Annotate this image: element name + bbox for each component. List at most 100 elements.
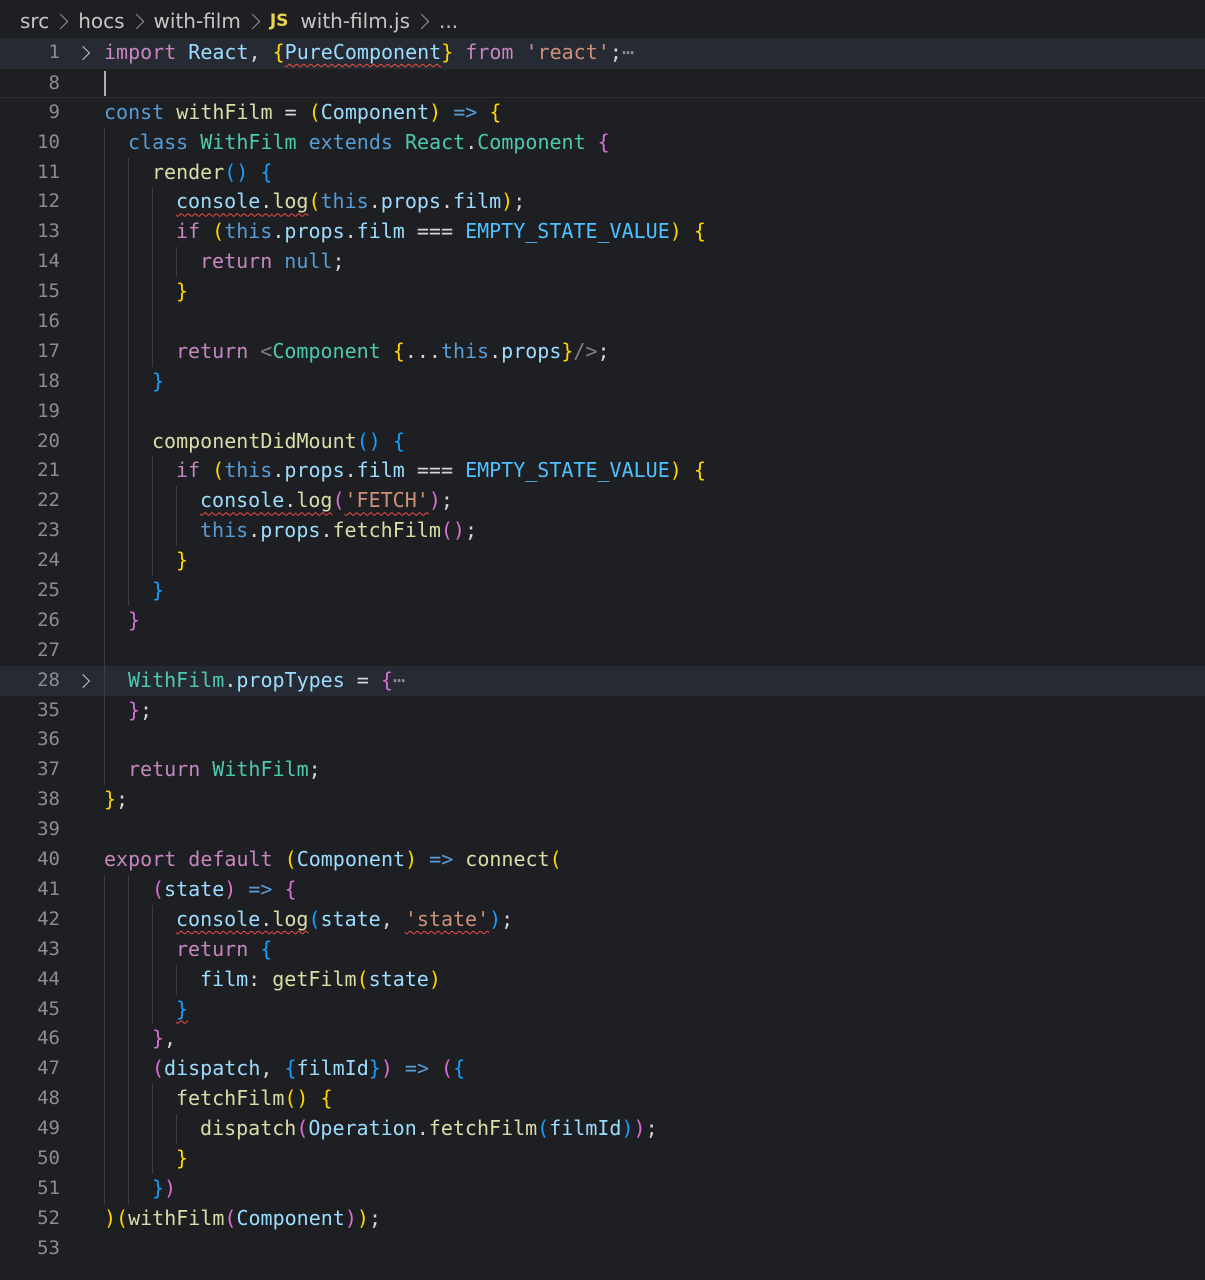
line-number: 25 xyxy=(37,579,60,602)
code-line[interactable]: 14 return null; xyxy=(0,247,1205,278)
code-line[interactable]: 15} xyxy=(0,277,1205,308)
code-token: ; xyxy=(645,1116,658,1141)
code-line[interactable]: 53 xyxy=(0,1234,1205,1264)
line-number: 8 xyxy=(48,71,60,94)
code-token: WithFilm xyxy=(200,129,297,154)
code-line[interactable]: 50} xyxy=(0,1143,1205,1174)
code-line[interactable]: 11 render() { xyxy=(0,157,1205,188)
code-line[interactable]: 28 WithFilm.propTypes = {⋯ xyxy=(0,665,1205,696)
code-line[interactable]: 44 film: getFilm(state) xyxy=(0,964,1205,995)
breadcrumb-item-file[interactable]: with-film.js xyxy=(300,9,410,33)
indent-guide xyxy=(104,366,105,397)
code-token: { xyxy=(693,219,706,244)
code-token: ... xyxy=(404,338,441,363)
code-line[interactable]: 21 if (this.props.film === EMPTY_STATE_VA… xyxy=(0,456,1205,487)
code-line[interactable]: 39 xyxy=(0,815,1205,845)
indent-guide xyxy=(152,994,153,1025)
code-token: ) xyxy=(356,1205,369,1230)
code-line[interactable]: 47 (dispatch, {filmId}) => ({ xyxy=(0,1054,1205,1085)
breadcrumb-item-src[interactable]: src xyxy=(20,9,49,33)
code-line[interactable]: 36 xyxy=(0,725,1205,756)
indent-guide xyxy=(104,665,105,696)
code-line[interactable]: 51}) xyxy=(0,1173,1205,1204)
indent-guide xyxy=(176,964,177,995)
indent-guide xyxy=(128,994,129,1025)
code-line[interactable]: 37 return WithFilm; xyxy=(0,755,1205,786)
code-token: state xyxy=(164,876,225,901)
code-token: if xyxy=(176,219,201,244)
code-token: console xyxy=(176,906,261,931)
line-number: 49 xyxy=(37,1117,60,1140)
breadcrumb: src hocs with-film JS with-film.js ... xyxy=(20,6,458,36)
code-token: ( xyxy=(212,219,225,244)
code-line[interactable]: 38}; xyxy=(0,785,1205,815)
code-line[interactable]: 27 xyxy=(0,635,1205,666)
code-line[interactable]: 46}, xyxy=(0,1024,1205,1055)
code-line[interactable]: 20 componentDidMount() { xyxy=(0,426,1205,457)
indent-guide xyxy=(104,755,105,786)
code-token: props xyxy=(284,458,345,483)
code-text: }) xyxy=(152,1174,176,1204)
code-line[interactable]: 1 import React, {PureComponent} from 'rea… xyxy=(0,38,1205,68)
code-line[interactable]: 8 xyxy=(0,67,1205,98)
code-token: , xyxy=(260,1056,285,1081)
code-line[interactable]: 40 export default (Component) => connect( xyxy=(0,845,1205,875)
indent-guide xyxy=(152,1143,153,1174)
code-line[interactable]: 48 fetchFilm() { xyxy=(0,1084,1205,1115)
line-number: 28 xyxy=(37,668,60,691)
indent-guide xyxy=(128,217,129,248)
code-text: const withFilm = (Component) => { xyxy=(104,98,501,128)
code-line[interactable]: 49 dispatch(Operation.fetchFilm(filmId)); xyxy=(0,1114,1205,1144)
code-line[interactable]: 26} xyxy=(0,605,1205,636)
code-line[interactable]: 23 this.props.fetchFilm(); xyxy=(0,516,1205,547)
code-token: () xyxy=(356,428,381,453)
breadcrumb-item-with-film[interactable]: with-film xyxy=(154,9,241,33)
code-line[interactable]: 9 const withFilm = (Component) => { xyxy=(0,98,1205,128)
fold-chevron-icon[interactable] xyxy=(75,673,91,688)
code-token: render xyxy=(152,159,225,184)
fold-chevron-icon[interactable] xyxy=(75,45,91,61)
code-line[interactable]: 13 if (this.props.film === EMPTY_STATE_VA… xyxy=(0,217,1205,248)
code-line[interactable]: 16 xyxy=(0,307,1205,337)
breadcrumb-item-hocs[interactable]: hocs xyxy=(78,9,124,33)
code-line[interactable]: 24} xyxy=(0,546,1205,577)
indent-guide xyxy=(176,486,177,517)
indent-guide xyxy=(128,1054,129,1085)
code-editor[interactable]: src hocs with-film JS with-film.js ... 1… xyxy=(0,0,1205,1280)
indent-guide xyxy=(152,934,153,965)
code-line[interactable]: 22 console.log('FETCH'); xyxy=(0,486,1205,517)
code-line[interactable]: 17 return <Component {...this.props}/>; xyxy=(0,336,1205,367)
code-line[interactable]: 42 console.log(state, 'state'); xyxy=(0,904,1205,935)
code-token: } xyxy=(152,578,165,603)
code-token: this xyxy=(224,219,273,244)
code-token: film xyxy=(356,458,405,483)
code-line[interactable]: 19 xyxy=(0,396,1205,427)
code-line[interactable]: 52)(withFilm(Component)); xyxy=(0,1204,1205,1234)
code-text: if (this.props.film === EMPTY_STATE_VALU… xyxy=(176,217,706,247)
code-line[interactable]: 43 return { xyxy=(0,934,1205,965)
code-line[interactable]: 41 (state) => { xyxy=(0,874,1205,905)
code-line[interactable]: 12 console.log(this.props.film); xyxy=(0,187,1205,218)
breadcrumb-item-symbols[interactable]: ... xyxy=(439,9,458,33)
code-area[interactable]: 1 import React, {PureComponent} from 'rea… xyxy=(0,38,1205,1264)
line-number: 9 xyxy=(48,100,60,123)
indent-guide xyxy=(104,277,105,308)
code-token: } xyxy=(441,40,454,64)
line-number: 50 xyxy=(37,1146,60,1169)
code-line[interactable]: 45} xyxy=(0,994,1205,1025)
code-line[interactable]: 18} xyxy=(0,366,1205,397)
code-token: /> xyxy=(573,338,598,363)
code-line[interactable]: 25} xyxy=(0,576,1205,606)
code-token: { xyxy=(392,338,405,363)
code-text: if (this.props.film === EMPTY_STATE_VALU… xyxy=(176,456,706,486)
code-token: () xyxy=(440,518,465,543)
code-token: null xyxy=(284,249,333,274)
code-line[interactable]: 10 class WithFilm extends React.Component… xyxy=(0,127,1205,158)
indent-guide xyxy=(152,1114,153,1144)
code-token: . xyxy=(344,219,357,244)
code-line[interactable]: 35}; xyxy=(0,695,1205,726)
